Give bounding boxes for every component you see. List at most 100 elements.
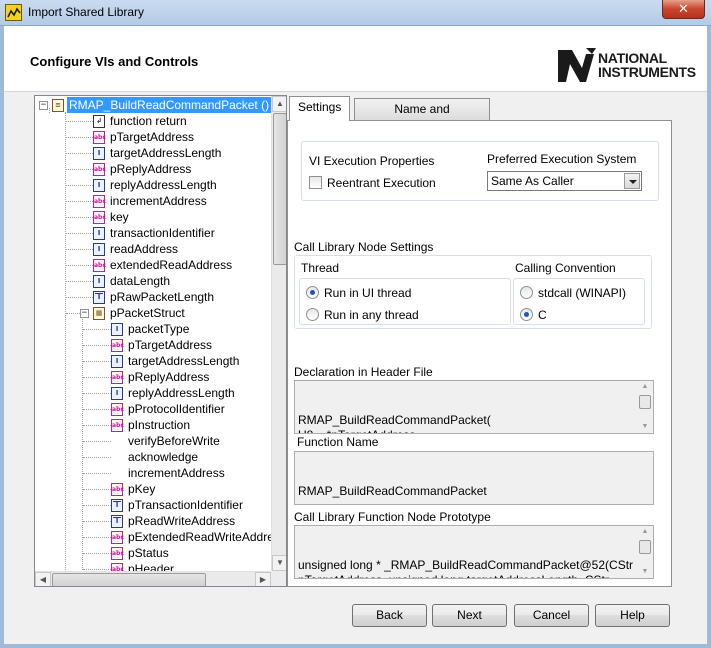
stdcall-radio[interactable]: [520, 286, 533, 299]
integer-icon: I: [93, 274, 105, 288]
tree-node[interactable]: ItargetAddressLength: [93, 145, 223, 161]
scroll-down-arrow-icon[interactable]: ▼: [637, 566, 653, 578]
tree-node-label: transactionIdentifier: [110, 226, 215, 240]
tree-node[interactable]: abc pProtocolIdentifier: [111, 401, 227, 417]
tree-node[interactable]: abc pTargetAddress: [111, 337, 214, 353]
scroll-left-arrow-icon[interactable]: ◀: [35, 572, 51, 586]
close-button[interactable]: ✕: [662, 0, 705, 19]
tree-node-label: pReadWriteAddress: [128, 514, 236, 528]
c-convention-radio[interactable]: [520, 308, 533, 321]
thread-group: Run in UI thread Run in any thread: [299, 278, 511, 325]
tree-node-label: targetAddressLength: [110, 146, 222, 160]
calling-convention-group: stdcall (WINAPI) C: [513, 278, 645, 325]
tree-node[interactable]: abc pTargetAddress: [93, 129, 196, 145]
scroll-corner: [271, 571, 286, 586]
tree-node-label: incrementAddress: [128, 466, 225, 480]
declaration-title: Declaration in Header File: [294, 365, 433, 379]
tree-guide: [83, 457, 111, 458]
cancel-button[interactable]: Cancel: [514, 604, 589, 627]
preferred-exec-select[interactable]: Same As Caller: [487, 171, 642, 191]
tree-node[interactable]: abc incrementAddress: [93, 193, 209, 209]
tree-node[interactable]: abc key: [93, 209, 131, 225]
tree-node[interactable]: − ▦ pPacketStruct: [80, 305, 187, 321]
prototype-scrollbar[interactable]: ▲ ▼: [637, 526, 653, 578]
tree-root-node[interactable]: − ≡ RMAP_BuildReadCommandPacket (): [39, 97, 271, 113]
tree-node[interactable]: abc pReplyAddress: [93, 161, 193, 177]
pointer-string-icon: abc: [111, 530, 124, 544]
tree-node[interactable]: abc pKey: [111, 481, 157, 497]
collapse-icon[interactable]: −: [80, 308, 89, 318]
tree-node[interactable]: abc pInstruction: [111, 417, 192, 433]
tree-node[interactable]: IpReadWriteAddress: [111, 513, 237, 529]
tree-node[interactable]: acknowledge: [111, 449, 200, 465]
tree-node[interactable]: abc extendedReadAddress: [93, 257, 234, 273]
tree-node-label: pReplyAddress: [128, 370, 210, 384]
tree-node[interactable]: abc pReplyAddress: [111, 369, 211, 385]
tree-root-label: RMAP_BuildReadCommandPacket (): [67, 97, 271, 113]
tree-node[interactable]: abc pExtendedReadWriteAddress: [111, 529, 271, 545]
scroll-down-arrow-icon[interactable]: ▼: [272, 555, 286, 571]
string-icon: abc: [93, 130, 106, 144]
help-button[interactable]: Help: [595, 604, 670, 627]
tree-node[interactable]: IreplyAddressLength: [111, 385, 237, 401]
scroll-up-arrow-icon[interactable]: ▲: [637, 526, 653, 538]
vertical-scroll-thumb[interactable]: [273, 113, 286, 265]
horizontal-scroll-thumb[interactable]: [52, 573, 206, 586]
pointer-string-icon: abc: [111, 546, 124, 560]
tree-node[interactable]: IpRawPacketLength: [93, 289, 216, 305]
scroll-down-arrow-icon[interactable]: ▼: [637, 421, 653, 433]
tree-node[interactable]: ↲ function return: [93, 113, 189, 129]
tree-node[interactable]: abc pStatus: [111, 545, 171, 561]
tree-node-label: function return: [110, 114, 187, 128]
tree-node[interactable]: incrementAddress: [111, 465, 227, 481]
scroll-up-arrow-icon[interactable]: ▲: [272, 96, 286, 112]
declaration-textbox[interactable]: RMAP_BuildReadCommandPacket(U8 *pTargetA…: [294, 380, 654, 434]
tree-node[interactable]: IpacketType: [111, 321, 191, 337]
tree-vertical-scrollbar[interactable]: ▲ ▼: [271, 96, 286, 571]
tree-node[interactable]: ItransactionIdentifier: [93, 225, 217, 241]
scroll-thumb[interactable]: [639, 395, 651, 409]
prototype-textbox[interactable]: unsigned long * _RMAP_BuildReadCommandPa…: [294, 525, 654, 579]
function-name-textbox[interactable]: RMAP_BuildReadCommandPacket: [294, 451, 654, 505]
tree-node[interactable]: IreplyAddressLength: [93, 177, 219, 193]
tree-node[interactable]: IreadAddress: [93, 241, 180, 257]
next-button[interactable]: Next: [432, 604, 507, 627]
reentrant-checkbox[interactable]: [309, 176, 322, 189]
pointer-string-icon: abc: [111, 338, 124, 352]
tree-node[interactable]: verifyBeforeWrite: [111, 433, 222, 449]
dropdown-arrow-icon[interactable]: [624, 173, 640, 189]
declaration-scrollbar[interactable]: ▲ ▼: [637, 381, 653, 433]
ni-eagle-icon: [558, 48, 596, 82]
scroll-thumb[interactable]: [639, 540, 651, 554]
ni-logo-line2: INSTRUMENTS: [598, 64, 696, 80]
stdcall-label: stdcall (WINAPI): [538, 286, 627, 300]
ni-logo: NATIONAL INSTRUMENTS: [556, 46, 702, 86]
tree-horizontal-scrollbar[interactable]: ◀ ▶: [35, 571, 271, 586]
tree-guide: [66, 217, 93, 218]
function-tree[interactable]: − ≡ RMAP_BuildReadCommandPacket () ↲ func…: [34, 95, 287, 587]
page-heading: Configure VIs and Controls: [30, 54, 199, 69]
tree-node[interactable]: IpTransactionIdentifier: [111, 497, 245, 513]
tree-node-label: key: [110, 210, 129, 224]
tree-guide: [66, 297, 93, 298]
integer-icon: I: [111, 354, 123, 368]
back-button[interactable]: Back: [352, 604, 427, 627]
run-any-thread-radio[interactable]: [306, 308, 319, 321]
tree-node-label: targetAddressLength: [128, 354, 240, 368]
tree-node[interactable]: IdataLength: [93, 273, 172, 289]
tree-node[interactable]: ItargetAddressLength: [111, 353, 241, 369]
tree-node[interactable]: abc pHeader: [111, 561, 176, 571]
tree-node-label: pPacketStruct: [110, 306, 185, 320]
string-icon: abc: [93, 162, 106, 176]
tab-settings[interactable]: Settings: [289, 96, 351, 121]
run-ui-thread-radio[interactable]: [306, 286, 319, 299]
tree-guide: [66, 153, 93, 154]
collapse-icon[interactable]: −: [39, 100, 48, 110]
tree-guide: [66, 185, 93, 186]
tab-name-and-description[interactable]: Name and Description: [354, 98, 490, 136]
scroll-up-arrow-icon[interactable]: ▲: [637, 381, 653, 393]
tree-guide: [66, 249, 93, 250]
scroll-right-arrow-icon[interactable]: ▶: [255, 572, 271, 586]
preferred-exec-title: Preferred Execution System: [487, 152, 637, 166]
tree-node-label: acknowledge: [128, 450, 199, 464]
